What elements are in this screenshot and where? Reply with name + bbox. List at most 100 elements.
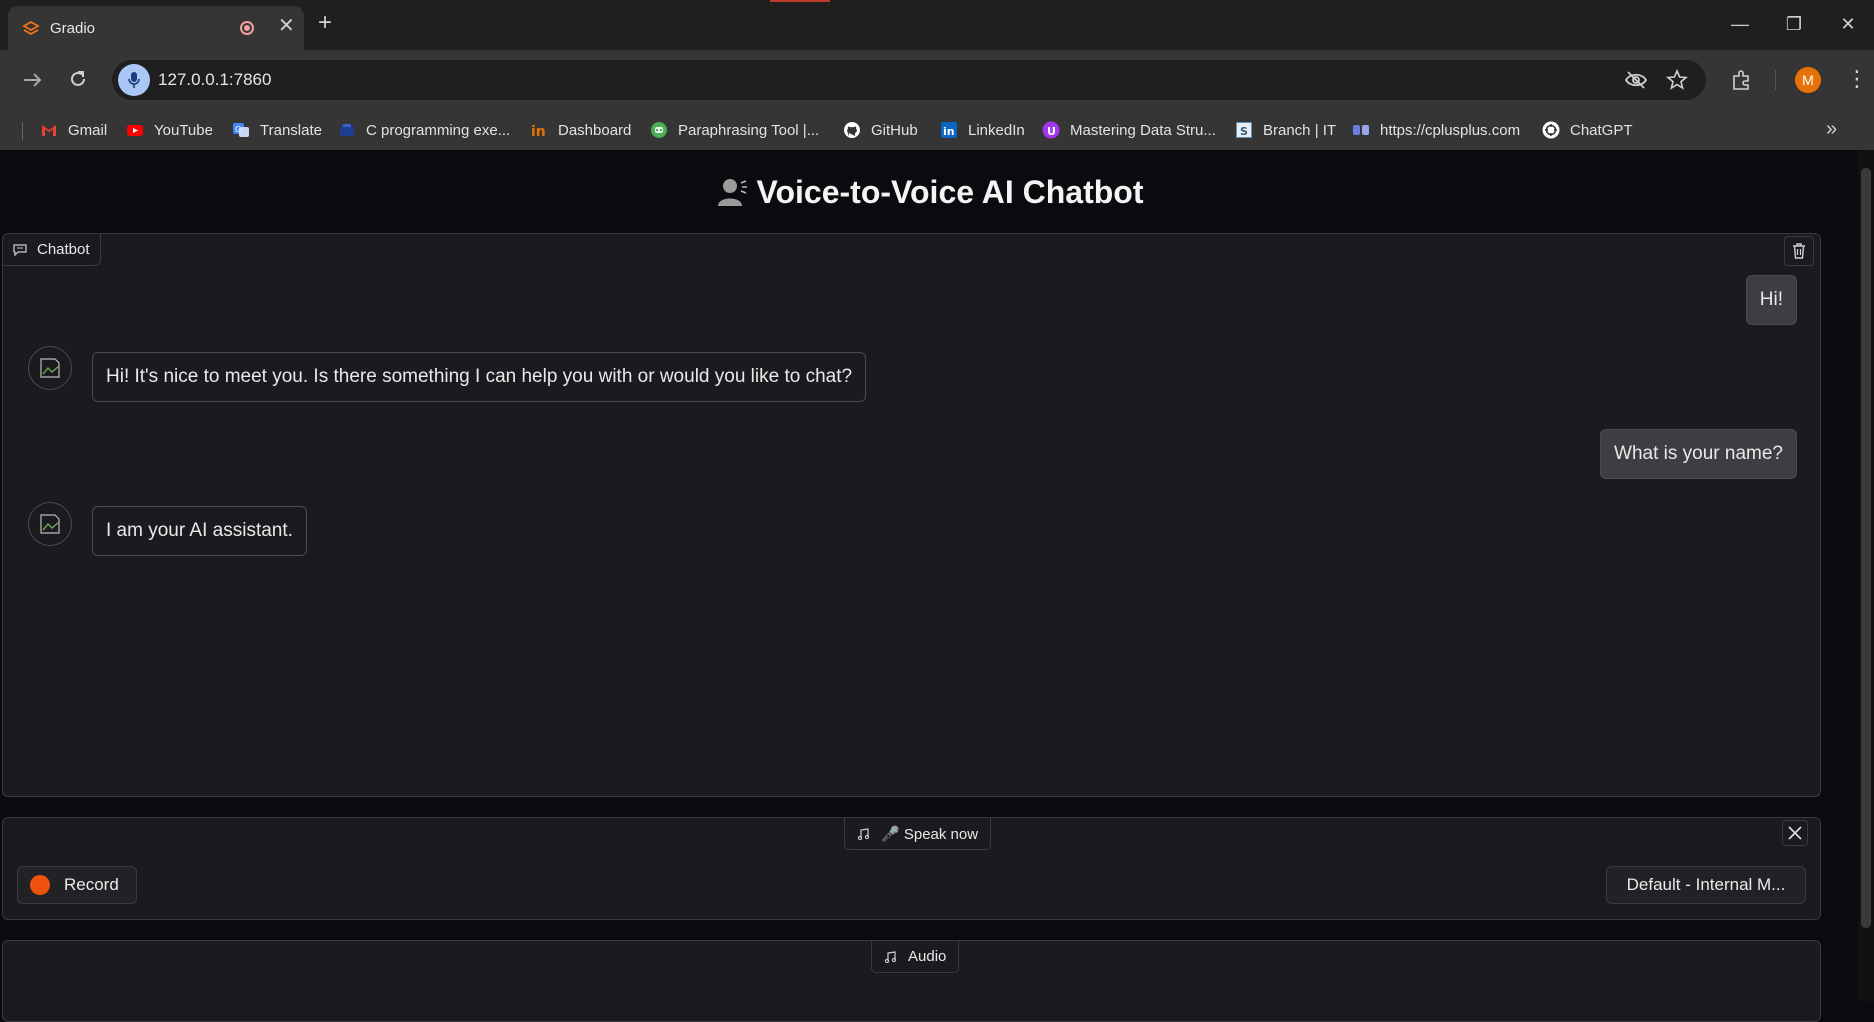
paraphrasing-icon bbox=[650, 121, 668, 139]
user-message: Hi! bbox=[1745, 275, 1797, 325]
record-button[interactable]: Record bbox=[17, 866, 137, 904]
address-bar[interactable]: 127.0.0.1:7860 bbox=[112, 60, 1706, 100]
bookmark-label: Paraphrasing Tool |... bbox=[678, 121, 820, 139]
dashboard-icon: in bbox=[530, 121, 548, 140]
browser-tab-gradio[interactable]: Gradio ✕ bbox=[8, 6, 304, 50]
bookmark-youtube[interactable]: YouTube bbox=[126, 119, 213, 141]
minimize-button[interactable]: — bbox=[1728, 12, 1752, 36]
microphone-device-select[interactable]: Default - Internal M... bbox=[1606, 866, 1806, 904]
tab-title: Gradio bbox=[50, 20, 96, 37]
svg-text:U: U bbox=[1047, 125, 1056, 138]
window-close-button[interactable]: ✕ bbox=[1836, 12, 1860, 36]
forward-icon[interactable] bbox=[22, 70, 44, 90]
page-scrollbar[interactable] bbox=[1858, 150, 1874, 1001]
chatbot-panel[interactable]: Chatbot Hi! Hi! It's nice to meet you. I… bbox=[2, 233, 1821, 797]
tab-recording-icon bbox=[240, 21, 254, 35]
branch-icon: S bbox=[1235, 121, 1253, 139]
bookmark-linkedin[interactable]: in LinkedIn bbox=[940, 119, 1025, 141]
youtube-icon bbox=[126, 121, 144, 139]
speak-now-text: 🎤 Speak now bbox=[881, 825, 979, 843]
broken-image-icon bbox=[40, 358, 60, 378]
bookmark-label: Dashboard bbox=[558, 121, 632, 139]
bookmarks-separator bbox=[22, 122, 23, 140]
chatbot-label: Chatbot bbox=[3, 234, 101, 266]
chatbot-label-text: Chatbot bbox=[37, 241, 90, 258]
bookmark-label: LinkedIn bbox=[968, 121, 1025, 139]
bookmark-label: C programming exe... bbox=[366, 121, 511, 139]
close-icon bbox=[1788, 826, 1802, 840]
bookmark-c-programming[interactable]: C programming exe... bbox=[338, 119, 510, 141]
maximize-button[interactable]: ❐ bbox=[1782, 12, 1806, 36]
browser-menu-icon[interactable]: ⋮ bbox=[1846, 66, 1868, 92]
audio-output[interactable]: Audio bbox=[2, 940, 1821, 1022]
bot-message: I am your AI assistant. bbox=[92, 506, 307, 556]
bookmark-label: Branch | IT bbox=[1263, 121, 1337, 139]
bookmark-branch-it[interactable]: S Branch | IT bbox=[1235, 119, 1336, 141]
linkedin-icon: in bbox=[940, 121, 958, 139]
bookmark-label: YouTube bbox=[154, 121, 213, 139]
browser-tabstrip: Gradio ✕ + — ❐ ✕ bbox=[0, 0, 1874, 50]
microphone-icon[interactable] bbox=[118, 64, 150, 96]
url-text[interactable]: 127.0.0.1:7860 bbox=[158, 70, 271, 90]
bookmark-chatgpt[interactable]: ChatGPT bbox=[1542, 119, 1633, 141]
udemy-icon: U bbox=[1042, 121, 1060, 139]
bookmark-label: Mastering Data Stru... bbox=[1070, 121, 1216, 139]
bookmark-cplusplus[interactable]: https://cplusplus.com bbox=[1352, 119, 1520, 141]
speak-now-label: 🎤 Speak now bbox=[844, 818, 992, 850]
svg-text:S: S bbox=[1240, 125, 1248, 138]
bookmark-github[interactable]: GitHub bbox=[843, 119, 918, 141]
toolbar-separator bbox=[1775, 70, 1776, 90]
close-audio-button[interactable] bbox=[1782, 820, 1808, 846]
user-message: What is your name? bbox=[1600, 429, 1797, 479]
recording-indicator-bar bbox=[770, 0, 830, 2]
trash-icon bbox=[1793, 243, 1805, 259]
audio-output-label: Audio bbox=[871, 941, 960, 973]
extensions-puzzle-icon[interactable] bbox=[1730, 68, 1754, 92]
profile-avatar[interactable]: M bbox=[1795, 67, 1821, 93]
gmail-icon bbox=[40, 121, 58, 139]
record-dot-icon bbox=[30, 875, 50, 895]
bookmarks-overflow-icon[interactable]: » bbox=[1826, 118, 1837, 141]
bookmark-gmail[interactable]: Gmail bbox=[40, 119, 107, 141]
title-text: Voice-to-Voice AI Chatbot bbox=[756, 174, 1144, 210]
music-note-icon bbox=[884, 950, 896, 963]
chat-bubble-icon bbox=[13, 243, 27, 256]
bookmark-label: Gmail bbox=[68, 121, 108, 139]
bot-message: Hi! It's nice to meet you. Is there some… bbox=[92, 352, 867, 402]
c-programming-icon bbox=[338, 121, 356, 139]
translate-icon: G bbox=[232, 121, 250, 139]
speak-now-audio-input[interactable]: 🎤 Speak now Record Default - Internal M.… bbox=[2, 817, 1821, 920]
bookmark-star-icon[interactable] bbox=[1665, 68, 1689, 92]
gradio-page: Voice-to-Voice AI Chatbot Chatbot Hi! Hi… bbox=[0, 150, 1858, 1022]
broken-image-icon bbox=[40, 514, 60, 534]
bookmark-mastering-data-structures[interactable]: U Mastering Data Stru... bbox=[1042, 119, 1216, 141]
svg-text:in: in bbox=[531, 124, 546, 139]
github-icon bbox=[843, 121, 861, 139]
gradio-logo-icon bbox=[22, 20, 40, 36]
bookmark-label: ChatGPT bbox=[1570, 121, 1633, 139]
bookmark-dashboard[interactable]: in Dashboard bbox=[530, 119, 631, 141]
chatgpt-icon bbox=[1542, 121, 1560, 139]
speaking-head-icon bbox=[715, 174, 749, 208]
bookmarks-bar: Gmail YouTube G Translate C programming … bbox=[0, 110, 1874, 150]
svg-text:G: G bbox=[235, 125, 241, 134]
scrollbar-thumb[interactable] bbox=[1861, 168, 1871, 928]
cplusplus-icon bbox=[1352, 121, 1370, 139]
bot-avatar bbox=[28, 346, 72, 390]
page-title: Voice-to-Voice AI Chatbot bbox=[0, 174, 1858, 211]
bookmark-label: https://cplusplus.com bbox=[1380, 121, 1521, 139]
clear-chat-button[interactable] bbox=[1784, 236, 1814, 266]
audio-output-text: Audio bbox=[908, 948, 947, 965]
bookmark-translate[interactable]: G Translate bbox=[232, 119, 322, 141]
browser-toolbar: 127.0.0.1:7860 M ⋮ bbox=[0, 50, 1874, 110]
bot-avatar bbox=[28, 502, 72, 546]
new-tab-button[interactable]: + bbox=[318, 11, 332, 35]
svg-text:in: in bbox=[943, 125, 955, 138]
tab-close-icon[interactable]: ✕ bbox=[278, 16, 295, 36]
record-label: Record bbox=[64, 875, 119, 894]
bookmark-label: Translate bbox=[260, 121, 322, 139]
reload-icon[interactable] bbox=[67, 68, 89, 90]
bookmark-paraphrasing-tool[interactable]: Paraphrasing Tool |... bbox=[650, 119, 819, 141]
eye-slash-icon[interactable] bbox=[1624, 68, 1648, 92]
music-note-icon bbox=[857, 827, 869, 840]
